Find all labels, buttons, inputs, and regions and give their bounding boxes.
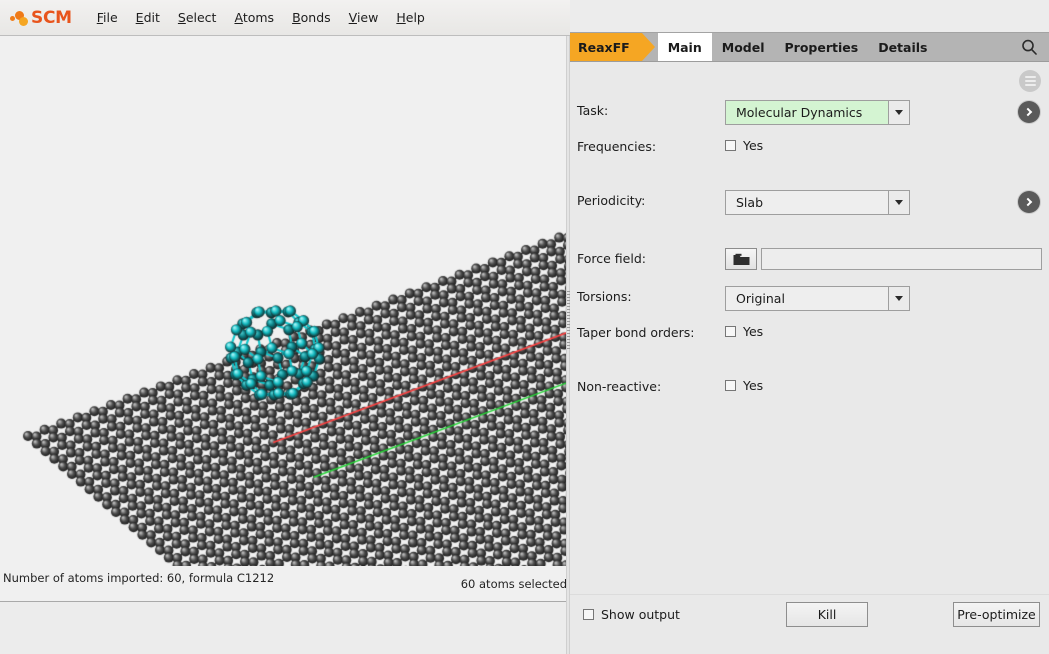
search-icon xyxy=(1021,39,1037,55)
show-output-checkbox[interactable]: Show output xyxy=(583,607,680,622)
menu-view[interactable]: View xyxy=(340,6,388,29)
panel-title-strip xyxy=(570,0,1049,32)
task-value: Molecular Dynamics xyxy=(726,101,888,124)
menu-select[interactable]: Select xyxy=(169,6,226,29)
atoms-selected-status: 60 atoms selected xyxy=(461,577,567,591)
force-field-browse-button[interactable] xyxy=(725,248,757,270)
non-reactive-checkbox-label: Yes xyxy=(743,378,763,393)
task-dropdown-arrow[interactable] xyxy=(888,101,909,124)
row-torsions: Torsions: Original xyxy=(570,286,1049,314)
action-bar-divider xyxy=(570,594,1049,595)
tab-model[interactable]: Model xyxy=(712,33,775,61)
checkbox-box xyxy=(725,326,736,337)
form-spacer-1 xyxy=(570,170,1049,190)
frequencies-label: Frequencies: xyxy=(577,139,656,154)
kill-button-label: Kill xyxy=(818,607,837,622)
application-window: SCM File Edit Select Atoms Bonds View He… xyxy=(0,0,1049,654)
torsions-value: Original xyxy=(726,287,888,310)
row-non-reactive: Non-reactive: Yes xyxy=(570,376,1049,402)
menu-help[interactable]: Help xyxy=(387,6,434,29)
hamburger-icon xyxy=(1025,74,1036,88)
menu-file[interactable]: File xyxy=(88,6,127,29)
tab-properties[interactable]: Properties xyxy=(775,33,869,61)
non-reactive-label: Non-reactive: xyxy=(577,379,661,394)
settings-form: Task: Molecular Dynamics Frequencies: Ye… xyxy=(570,100,1049,410)
tab-reaxff-label: ReaxFF xyxy=(578,40,630,55)
pre-optimize-button-label: Pre-optimize xyxy=(957,607,1035,622)
menu-atoms[interactable]: Atoms xyxy=(225,6,283,29)
tab-details-label: Details xyxy=(878,40,927,55)
tab-main[interactable]: Main xyxy=(658,33,712,61)
panel-tab-bar: ReaxFF Main Model Properties Details xyxy=(570,32,1049,62)
chevron-right-icon xyxy=(1024,108,1032,116)
panel-action-bar: Show output Kill Pre-optimize xyxy=(570,594,1049,654)
torsions-dropdown-arrow[interactable] xyxy=(888,287,909,310)
periodicity-dropdown-arrow[interactable] xyxy=(888,191,909,214)
molecule-viewport[interactable] xyxy=(0,36,569,566)
row-task: Task: Molecular Dynamics xyxy=(570,100,1049,128)
tab-model-label: Model xyxy=(722,40,765,55)
torsions-select[interactable]: Original xyxy=(725,286,910,311)
taper-bond-orders-checkbox-label: Yes xyxy=(743,324,763,339)
drawing-tool-strip: C O N H X xyxy=(0,602,569,654)
viewport-status-bar: Number of atoms imported: 60, formula C1… xyxy=(0,566,569,602)
row-periodicity: Periodicity: Slab xyxy=(570,190,1049,218)
panel-search-button[interactable] xyxy=(1009,33,1049,61)
scm-logo: SCM xyxy=(10,8,72,28)
row-taper-bond-orders: Taper bond orders: Yes xyxy=(570,322,1049,348)
frequencies-checkbox-label: Yes xyxy=(743,138,763,153)
taper-bond-orders-label: Taper bond orders: xyxy=(577,325,694,340)
taper-bond-orders-checkbox[interactable]: Yes xyxy=(725,324,763,339)
checkbox-box xyxy=(725,140,736,151)
checkbox-box xyxy=(583,609,594,620)
tab-details[interactable]: Details xyxy=(868,33,937,61)
chevron-right-icon xyxy=(1024,198,1032,206)
task-label: Task: xyxy=(577,103,608,118)
form-spacer-2 xyxy=(570,226,1049,248)
frequencies-checkbox[interactable]: Yes xyxy=(725,138,763,153)
periodicity-more-button[interactable] xyxy=(1018,191,1040,213)
tab-reaxff[interactable]: ReaxFF xyxy=(570,33,642,61)
force-field-input[interactable] xyxy=(761,248,1042,270)
task-select[interactable]: Molecular Dynamics xyxy=(725,100,910,125)
menu-edit[interactable]: Edit xyxy=(127,6,169,29)
periodicity-value: Slab xyxy=(726,191,888,214)
kill-button[interactable]: Kill xyxy=(786,602,868,627)
checkbox-box xyxy=(725,380,736,391)
atoms-imported-status: Number of atoms imported: 60, formula C1… xyxy=(3,571,274,585)
show-output-label: Show output xyxy=(601,607,680,622)
task-more-button[interactable] xyxy=(1018,101,1040,123)
scm-logo-text: SCM xyxy=(31,8,72,28)
non-reactive-checkbox[interactable]: Yes xyxy=(725,378,763,393)
panel-menu-button[interactable] xyxy=(1019,70,1041,92)
torsions-label: Torsions: xyxy=(577,289,632,304)
menu-bonds[interactable]: Bonds xyxy=(283,6,340,29)
folder-icon xyxy=(733,253,750,266)
pre-optimize-button[interactable]: Pre-optimize xyxy=(953,602,1040,627)
tab-properties-label: Properties xyxy=(785,40,859,55)
scm-logo-mark xyxy=(10,9,32,27)
row-frequencies: Frequencies: Yes xyxy=(570,136,1049,162)
form-spacer-3 xyxy=(570,356,1049,376)
periodicity-select[interactable]: Slab xyxy=(725,190,910,215)
reaxff-settings-panel: ReaxFF Main Model Properties Details xyxy=(570,0,1049,654)
force-field-label: Force field: xyxy=(577,251,646,266)
periodicity-label: Periodicity: xyxy=(577,193,645,208)
molecule-canvas[interactable] xyxy=(0,36,569,566)
row-force-field: Force field: xyxy=(570,248,1049,278)
tab-main-label: Main xyxy=(668,40,702,55)
